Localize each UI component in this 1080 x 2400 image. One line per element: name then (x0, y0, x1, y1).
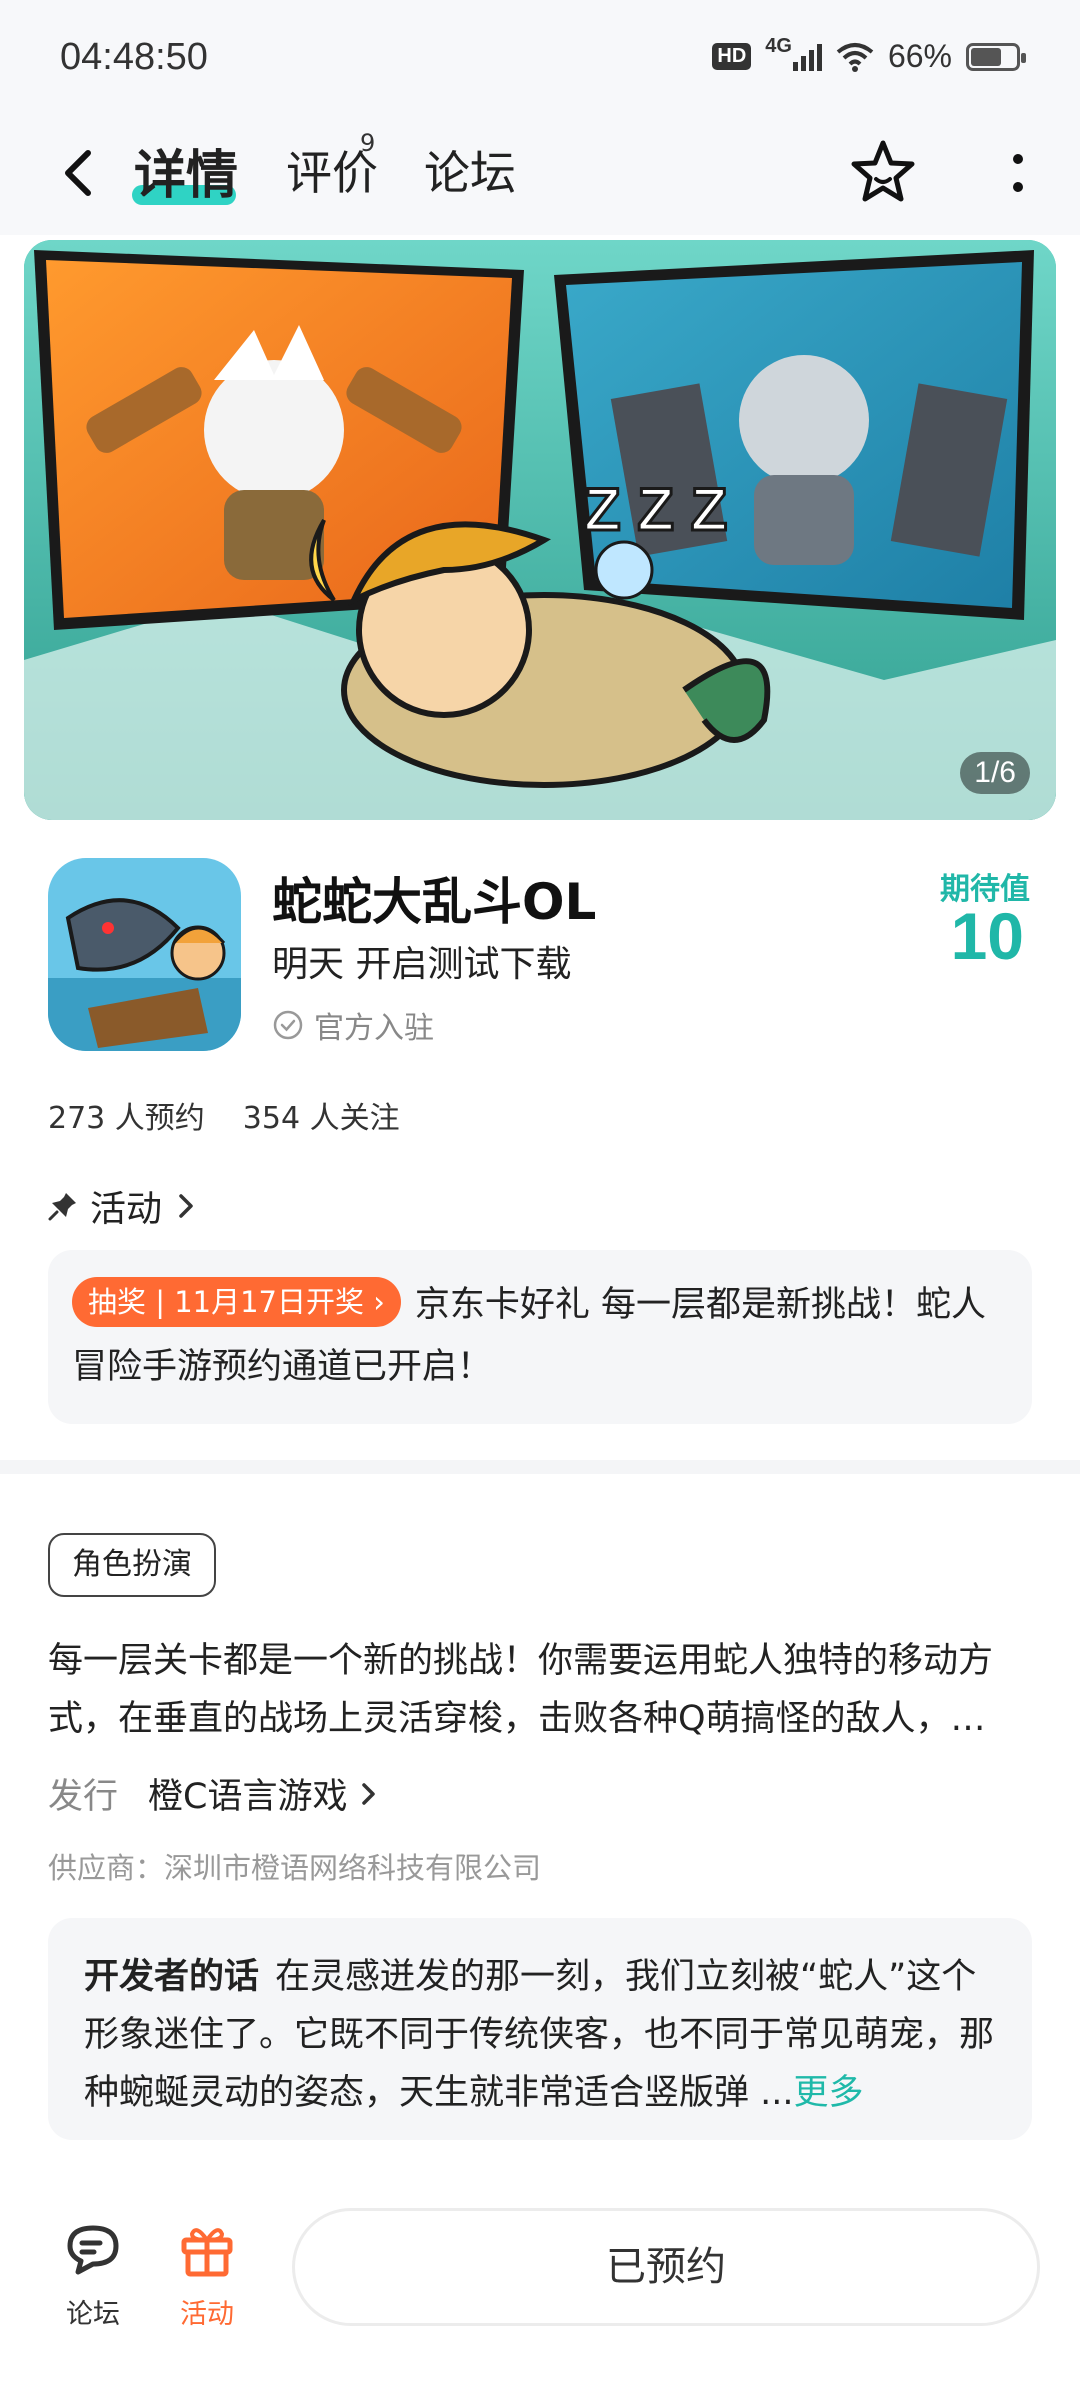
bottom-activity-button[interactable]: 活动 (152, 2216, 262, 2331)
tab-details[interactable]: 详情 (134, 133, 238, 208)
tab-reviews[interactable]: 评价 (286, 137, 378, 203)
game-description[interactable]: 每一层关卡都是一个新的挑战！你需要运用蛇人独特的移动方式，在垂直的战场上灵活穿梭… (48, 1632, 1032, 1748)
developer-note-label: 开发者的话 (84, 1957, 260, 1997)
pin-icon (48, 1193, 76, 1221)
developer-note-card[interactable]: 开发者的话 在灵感迸发的那一刻，我们立刻被“蛇人”这个形象迷住了。它既不同于传统侠… (48, 1918, 1032, 2140)
forum-label: 论坛 (66, 2299, 120, 2330)
more-options-icon[interactable] (1006, 145, 1030, 201)
chevron-right-icon (179, 1194, 193, 1218)
status-icons: HD 4G 66% (712, 35, 1026, 75)
official-badge: 官方入驻 (272, 1003, 434, 1047)
publisher-name: 橙C语言游戏 (148, 1777, 348, 1817)
more-link[interactable]: 更多 (794, 2073, 864, 2113)
publisher-row[interactable]: 发行 橙C语言游戏 (48, 1768, 379, 1819)
top-nav: 详情 评价 9 论坛 (0, 115, 1080, 235)
status-time: 04:48:50 (60, 36, 208, 78)
app-icon (48, 858, 241, 1051)
genre-tag[interactable]: 角色扮演 (48, 1533, 216, 1597)
reserved-button[interactable]: 已预约 (292, 2208, 1040, 2326)
battery-icon (966, 42, 1026, 71)
back-arrow-icon[interactable] (52, 143, 112, 203)
publisher-label: 发行 (48, 1777, 119, 1817)
activity-section-header[interactable]: 活动 (48, 1180, 198, 1232)
svg-text:Z Z Z: Z Z Z (584, 476, 727, 543)
signal-icon (792, 43, 822, 71)
verified-check-icon (273, 1010, 303, 1040)
follower-count: 354 人关注 (242, 1101, 400, 1136)
section-divider (0, 1460, 1080, 1474)
gift-icon (181, 2228, 233, 2277)
release-info: 明天 开启测试下载 (272, 944, 572, 985)
battery-percent: 66% (887, 38, 952, 74)
activity-card[interactable]: 抽奖 | 11月17日开奖 › 京东卡好礼 每一层都是新挑战！蛇人冒险手游预约通道… (48, 1250, 1032, 1424)
stats-row: 273 人预约 354 人关注 (48, 1093, 400, 1137)
tab-forum[interactable]: 论坛 (424, 137, 516, 203)
supplier-info: 供应商：深圳市橙语网络科技有限公司 (48, 1851, 542, 1885)
favorite-star-icon[interactable] (846, 135, 920, 209)
app-title: 蛇蛇大乱斗OL (272, 873, 597, 931)
expectation-value: 10 (950, 899, 1024, 973)
game-banner[interactable]: Z Z Z 1/6 (24, 240, 1056, 820)
reservation-count: 273 人预约 (48, 1101, 205, 1136)
banner-page-counter: 1/6 (960, 752, 1030, 794)
status-bar: 04:48:50 HD 4G 66% (0, 0, 1080, 115)
lottery-tag: 抽奖 | 11月17日开奖 › (72, 1277, 401, 1327)
hd-icon: HD (712, 43, 752, 70)
network-label: 4G (765, 35, 792, 57)
activity-section-title: 活动 (90, 1189, 163, 1230)
bottom-action-bar: 论坛 活动 已预约 (0, 2190, 1080, 2400)
activity-label: 活动 (180, 2299, 234, 2330)
forum-chat-icon (67, 2225, 119, 2275)
bottom-forum-button[interactable]: 论坛 (38, 2216, 148, 2331)
banner-artwork: Z Z Z (24, 240, 1056, 820)
chevron-right-icon (362, 1782, 376, 1805)
official-label: 官方入驻 (314, 1011, 434, 1046)
wifi-icon (836, 42, 874, 72)
publisher-name-wrap: 橙C语言游戏 (148, 1768, 379, 1819)
